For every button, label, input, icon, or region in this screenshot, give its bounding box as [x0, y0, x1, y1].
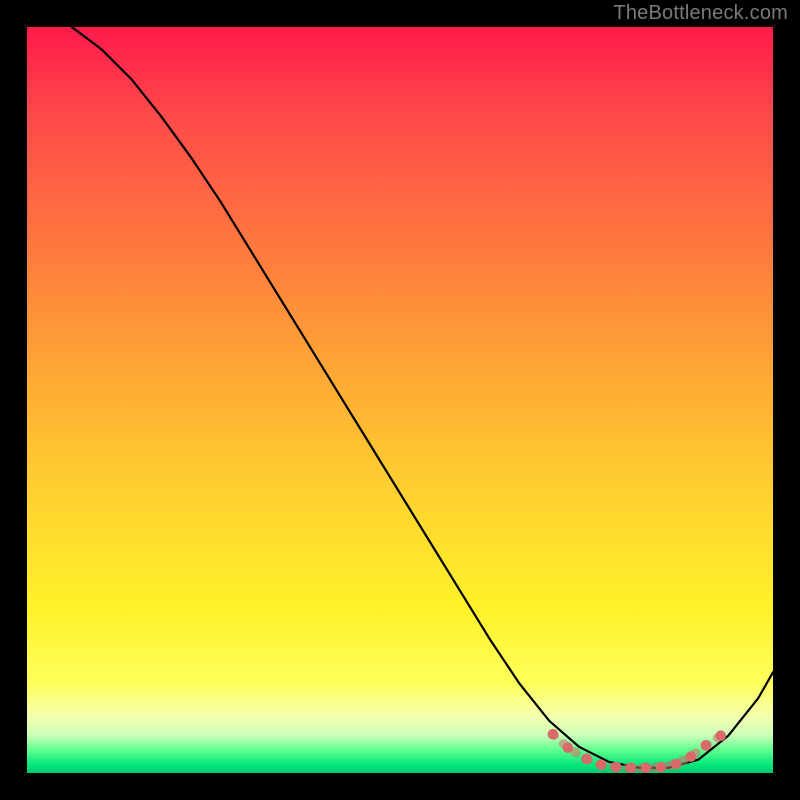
- highlight-dot: [701, 740, 712, 751]
- highlight-dot: [611, 762, 622, 773]
- highlight-dot: [641, 762, 652, 773]
- highlight-dot: [563, 742, 574, 753]
- highlight-dot: [596, 759, 607, 770]
- highlight-dot: [715, 730, 726, 741]
- attribution-text: TheBottleneck.com: [613, 2, 788, 25]
- bottleneck-curve: [72, 27, 773, 768]
- highlight-dot: [686, 751, 697, 762]
- plot-area: [27, 27, 773, 773]
- highlight-dot: [656, 762, 667, 773]
- highlight-dot: [548, 729, 559, 740]
- highlight-dot: [581, 754, 592, 765]
- highlight-dot: [626, 762, 637, 773]
- curve-layer: [27, 27, 773, 773]
- highlight-dot: [671, 759, 682, 770]
- chart-frame: TheBottleneck.com: [0, 0, 800, 800]
